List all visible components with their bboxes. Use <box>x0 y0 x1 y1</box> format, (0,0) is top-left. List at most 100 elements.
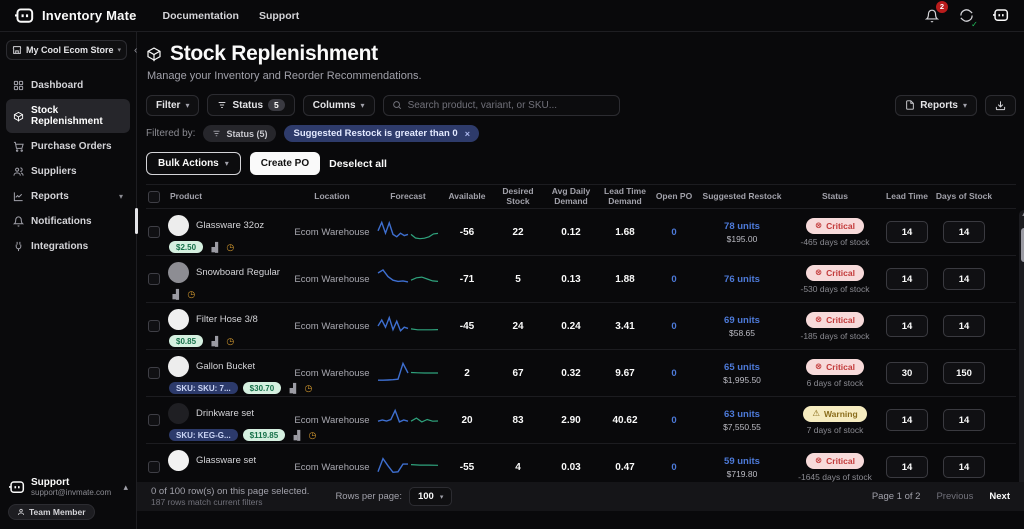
column-header-product[interactable]: Product <box>168 192 290 202</box>
row-checkbox[interactable] <box>148 461 160 473</box>
column-header-lead-time-demand[interactable]: Lead Time Demand <box>598 187 652 207</box>
avg-daily-demand-cell: 2.90 <box>544 415 598 426</box>
status-cell: ⊗Critical-465 days of stock <box>788 218 882 247</box>
lead-time-input[interactable]: 14 <box>886 268 928 290</box>
critical-icon: ⊗ <box>815 361 822 372</box>
column-header-days-of-stock[interactable]: Days of Stock <box>932 192 996 202</box>
filter-chip-0[interactable]: Status (5) <box>203 125 276 142</box>
column-header-lead-time[interactable]: Lead Time <box>882 192 932 202</box>
sidebar-item-suppliers[interactable]: Suppliers <box>6 160 130 183</box>
open-po-link[interactable]: 0 <box>652 368 696 379</box>
support-account-row[interactable]: Support support@invmate.com ▴ <box>6 475 130 503</box>
product-name[interactable]: Filter Hose 3/8 <box>196 314 258 325</box>
create-po-button[interactable]: Create PO <box>250 152 320 175</box>
open-po-link[interactable]: 0 <box>652 227 696 238</box>
row-checkbox[interactable] <box>148 367 160 379</box>
sidebar-item-stock-replenishment[interactable]: Stock Replenishment <box>6 99 130 133</box>
row-checkbox[interactable] <box>148 226 160 238</box>
restock-units-link[interactable]: 65 units <box>696 362 788 373</box>
product-name[interactable]: Glassware set <box>196 455 256 466</box>
previous-page-button[interactable]: Previous <box>936 491 973 502</box>
next-page-button[interactable]: Next <box>989 491 1010 502</box>
days-of-stock-input[interactable]: 14 <box>943 315 985 337</box>
filter-chip-1[interactable]: Suggested Restock is greater than 0× <box>284 125 478 142</box>
bar-chart-icon[interactable]: ▗▌ <box>208 242 221 253</box>
column-header-desired-stock[interactable]: Desired Stock <box>492 187 544 207</box>
restock-units-link[interactable]: 69 units <box>696 315 788 326</box>
lead-time-input[interactable]: 30 <box>886 362 928 384</box>
toolbar: Filter▾ Status 5 Columns▾ Reports▾ <box>146 94 1016 116</box>
scroll-up-icon[interactable]: ▲ <box>1019 212 1024 218</box>
clock-icon[interactable]: ◷ <box>226 242 234 253</box>
days-of-stock-input[interactable]: 14 <box>943 221 985 243</box>
restock-value: $58.65 <box>696 328 788 338</box>
open-po-link[interactable]: 0 <box>652 321 696 332</box>
vertical-scrollbar[interactable]: ▲ ▼ <box>1019 210 1024 490</box>
top-nav-link-support[interactable]: Support <box>259 10 299 22</box>
restock-units-link[interactable]: 59 units <box>696 456 788 467</box>
select-all-checkbox[interactable] <box>148 191 160 203</box>
sidebar-item-dashboard[interactable]: Dashboard <box>6 74 130 97</box>
row-checkbox[interactable] <box>148 320 160 332</box>
days-of-stock-note: 6 days of stock <box>807 378 864 388</box>
column-header-suggested-restock[interactable]: Suggested Restock <box>696 192 788 202</box>
restock-units-link[interactable]: 76 units <box>696 274 788 285</box>
notifications-bell-icon[interactable]: 2 <box>922 6 942 26</box>
lead-time-input[interactable]: 14 <box>886 315 928 337</box>
bar-chart-icon[interactable]: ▗▌ <box>290 430 303 441</box>
clock-icon[interactable]: ◷ <box>187 289 195 300</box>
close-icon[interactable]: × <box>465 129 470 139</box>
top-nav-link-documentation[interactable]: Documentation <box>163 10 239 22</box>
lead-time-input[interactable]: 14 <box>886 221 928 243</box>
column-header-available[interactable]: Available <box>442 192 492 202</box>
open-po-link[interactable]: 0 <box>652 415 696 426</box>
clock-icon[interactable]: ◷ <box>226 336 234 347</box>
forecast-cell <box>374 218 442 246</box>
column-header-location[interactable]: Location <box>290 192 374 202</box>
sidebar-item-notifications[interactable]: Notifications <box>6 210 130 233</box>
product-avatar <box>168 356 189 377</box>
status-filter-button[interactable]: Status 5 <box>207 94 294 116</box>
days-of-stock-input[interactable]: 14 <box>943 409 985 431</box>
column-header-forecast[interactable]: Forecast <box>374 192 442 202</box>
sidebar-item-purchase-orders[interactable]: Purchase Orders <box>6 135 130 158</box>
bar-chart-icon[interactable]: ▗▌ <box>169 289 182 300</box>
bar-chart-icon[interactable]: ▗▌ <box>286 383 299 394</box>
lead-time-input[interactable]: 14 <box>886 456 928 478</box>
column-header-status[interactable]: Status <box>788 192 882 202</box>
days-of-stock-input[interactable]: 150 <box>943 362 985 384</box>
download-button[interactable] <box>985 95 1016 116</box>
filter-dropdown-button[interactable]: Filter▾ <box>146 95 199 116</box>
row-checkbox[interactable] <box>148 273 160 285</box>
rows-per-page-select[interactable]: 100 ▾ <box>409 487 452 506</box>
column-header-avg-daily-demand[interactable]: Avg Daily Demand <box>544 187 598 207</box>
product-name[interactable]: Snowboard Regular <box>196 267 280 278</box>
open-po-link[interactable]: 0 <box>652 462 696 473</box>
bar-chart-icon[interactable]: ▗▌ <box>208 336 221 347</box>
restock-units-link[interactable]: 63 units <box>696 409 788 420</box>
avg-daily-demand-cell: 0.12 <box>544 227 598 238</box>
clock-icon[interactable]: ◷ <box>304 383 312 394</box>
days-of-stock-input[interactable]: 14 <box>943 456 985 478</box>
store-selector[interactable]: My Cool Ecom Store ▾ <box>6 40 127 60</box>
column-header-open-po[interactable]: Open PO <box>652 192 696 202</box>
sidebar-item-integrations[interactable]: Integrations <box>6 235 130 258</box>
row-checkbox[interactable] <box>148 414 160 426</box>
reports-dropdown-button[interactable]: Reports▾ <box>895 95 977 116</box>
bulk-actions-button[interactable]: Bulk Actions▾ <box>146 152 241 175</box>
clock-icon[interactable]: ◷ <box>308 430 316 441</box>
product-name[interactable]: Drinkware set <box>196 408 254 419</box>
search-input[interactable] <box>408 100 611 111</box>
sidebar-item-reports[interactable]: Reports▾ <box>6 185 130 208</box>
columns-dropdown-button[interactable]: Columns▾ <box>303 95 375 116</box>
lead-time-input[interactable]: 14 <box>886 409 928 431</box>
restock-units-link[interactable]: 78 units <box>696 221 788 232</box>
location-cell: Ecom Warehouse <box>290 227 374 238</box>
assistant-bot-icon[interactable] <box>990 6 1010 26</box>
product-name[interactable]: Glassware 32oz <box>196 220 264 231</box>
deselect-all-button[interactable]: Deselect all <box>329 158 387 170</box>
days-of-stock-input[interactable]: 14 <box>943 268 985 290</box>
product-name[interactable]: Gallon Bucket <box>196 361 255 372</box>
open-po-link[interactable]: 0 <box>652 274 696 285</box>
sync-status-icon[interactable]: ✓ <box>956 6 976 26</box>
